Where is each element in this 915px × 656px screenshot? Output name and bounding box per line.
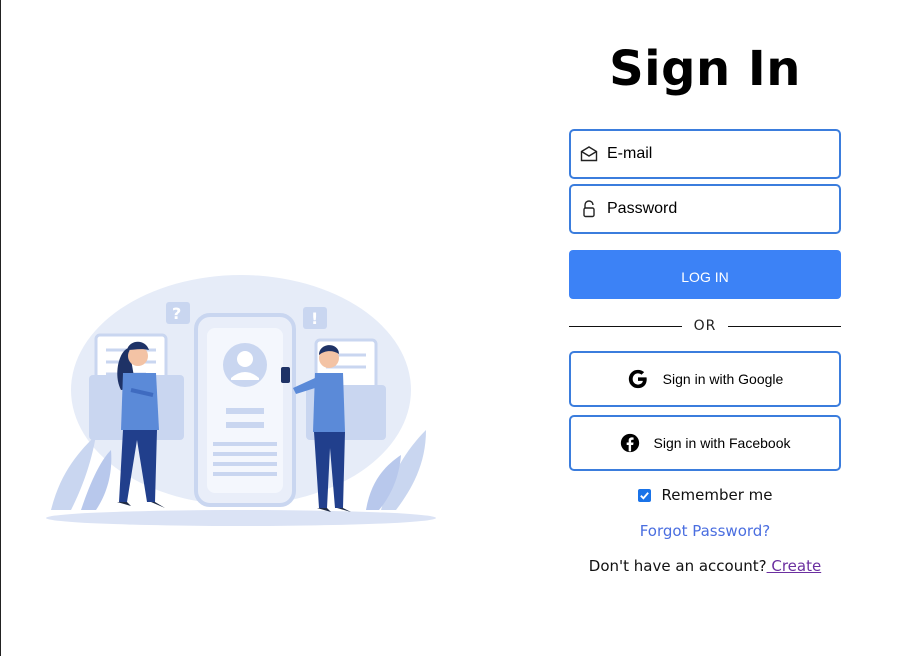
remember-me[interactable]: Remember me: [569, 486, 841, 504]
remember-me-label: Remember me: [661, 486, 773, 504]
email-input[interactable]: [607, 145, 827, 163]
divider-label: OR: [693, 318, 717, 334]
signup-prompt-row: Don't have an account? Create: [569, 557, 841, 575]
sign-in-illustration: ? !: [46, 275, 436, 526]
remember-me-checkbox[interactable]: [637, 488, 651, 502]
or-divider: OR: [569, 316, 841, 336]
facebook-icon: [620, 433, 639, 453]
facebook-sign-in-button[interactable]: Sign in with Facebook: [569, 415, 841, 471]
sign-in-page: ? ! Sign In E-mail LOG IN OR Sign in wit…: [0, 0, 915, 656]
password-field[interactable]: [569, 184, 841, 234]
checkmark-icon: [639, 491, 649, 500]
create-account-link[interactable]: Create: [767, 557, 821, 575]
svg-text:?: ?: [172, 304, 181, 323]
email-field[interactable]: [569, 129, 841, 179]
signup-prompt: Don't have an account?: [588, 557, 767, 575]
login-button[interactable]: LOG IN: [569, 250, 841, 299]
forgot-password-link[interactable]: Forgot Password?: [569, 522, 841, 540]
google-sign-in-button[interactable]: Sign in with Google: [569, 351, 841, 407]
facebook-button-label: Sign in with Facebook: [653, 435, 791, 451]
svg-text:!: !: [311, 309, 318, 328]
google-button-label: Sign in with Google: [662, 371, 784, 387]
divider-line-left: [569, 325, 682, 327]
google-icon: [628, 369, 647, 389]
password-input[interactable]: [607, 200, 827, 218]
lock-icon: [583, 200, 595, 218]
envelope-icon: [580, 146, 598, 162]
page-title: Sign In: [609, 41, 801, 97]
divider-line-right: [728, 325, 841, 327]
